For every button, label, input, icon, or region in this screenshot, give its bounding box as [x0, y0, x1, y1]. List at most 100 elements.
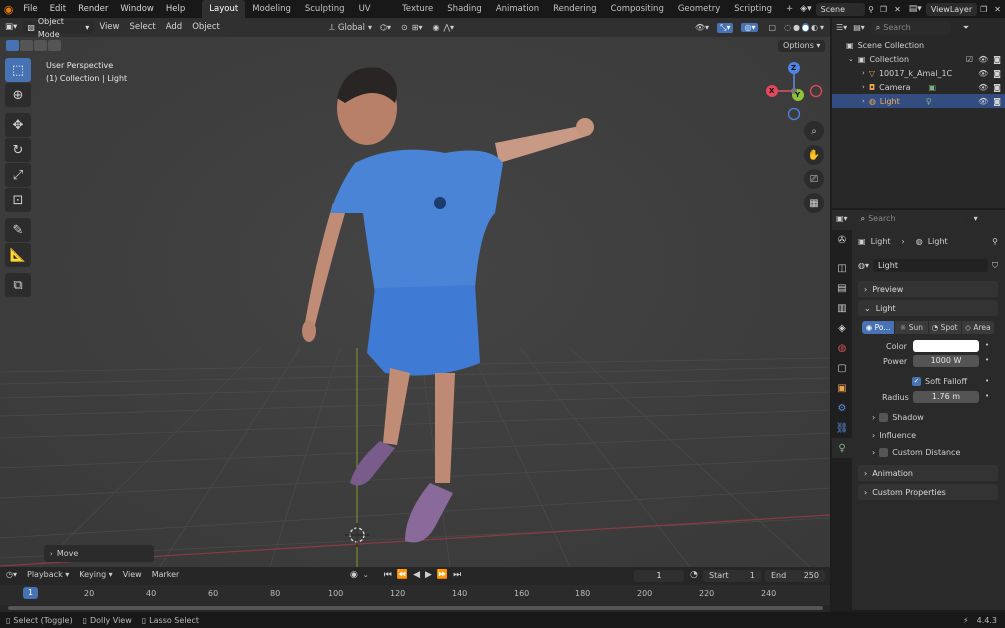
snap-target-icon[interactable]: ⊞▾	[412, 23, 423, 32]
delete-scene-icon[interactable]: ✕	[894, 5, 901, 14]
prev-keyframe-icon[interactable]: ⏪	[397, 570, 408, 580]
eye-icon[interactable]: 👁	[978, 97, 988, 106]
delete-view-layer-icon[interactable]: ✕	[994, 5, 1001, 14]
keyframe-dot-icon[interactable]: •	[985, 356, 989, 364]
rotate-tool-icon[interactable]: ↻	[5, 138, 31, 162]
chevron-right-icon[interactable]: ›	[862, 83, 865, 91]
tab-uv-editing[interactable]: UV Editing	[352, 0, 396, 32]
checkbox-checked-icon[interactable]: ✓	[912, 377, 921, 386]
light-type-spot[interactable]: ◔ Spot	[928, 321, 961, 334]
object-tab-icon[interactable]: ▣	[832, 378, 852, 398]
checkbox-icon[interactable]: ☑	[966, 55, 973, 64]
outliner-row-collection[interactable]: ⌄ ▣ Collection ☑ 👁 ◙	[832, 52, 1005, 66]
outliner-editor-icon[interactable]: ☰▾	[836, 23, 847, 32]
light-panel-header[interactable]: ⌄ Light	[858, 300, 998, 316]
3d-cursor-icon[interactable]	[345, 523, 369, 547]
overlay-toggle-icon[interactable]: ◎▾	[741, 23, 759, 32]
constraints-tab-icon[interactable]: ⛓	[832, 418, 852, 438]
chevron-right-icon[interactable]: ›	[862, 97, 865, 105]
menu-window[interactable]: Window	[114, 0, 160, 18]
collection-tab-icon[interactable]: ▢	[832, 358, 852, 378]
gizmo-toggle-icon[interactable]: ⤡▾	[717, 22, 734, 33]
play-icon[interactable]: ▶	[425, 570, 432, 580]
keyframe-dot-icon[interactable]: •	[985, 341, 989, 349]
play-reverse-icon[interactable]: ◀	[413, 570, 420, 580]
visibility-icon[interactable]: 👁▾	[695, 23, 709, 32]
render-tab-icon[interactable]: ◫	[832, 258, 852, 278]
menu-view[interactable]: View	[94, 18, 124, 37]
keyframe-dot-icon[interactable]: •	[985, 392, 989, 400]
tool-tab-icon[interactable]: ✇	[832, 230, 852, 250]
3d-viewport[interactable]: Z X Y ⌕ ✋ ⎚ ▦ User Perspective (1) Colle…	[0, 18, 830, 567]
add-workspace-button[interactable]: +	[779, 0, 800, 18]
tab-compositing[interactable]: Compositing	[604, 0, 671, 18]
tab-animation[interactable]: Animation	[489, 0, 546, 18]
camera-render-icon[interactable]: ◙	[993, 55, 1001, 64]
custom-properties-panel-header[interactable]: › Custom Properties	[858, 484, 998, 500]
cursor-tool-icon[interactable]: ⊕	[5, 83, 31, 107]
tab-modeling[interactable]: Modeling	[245, 0, 298, 18]
shadow-subpanel[interactable]: › Shadow	[872, 413, 924, 422]
jump-start-icon[interactable]: ⏮	[384, 570, 392, 580]
record-icon[interactable]: ◉	[350, 570, 358, 580]
properties-editor-icon[interactable]: ▣▾	[836, 214, 848, 223]
next-keyframe-icon[interactable]: ⏩	[437, 570, 448, 580]
tab-shading[interactable]: Shading	[440, 0, 489, 18]
camera-render-icon[interactable]: ◙	[993, 69, 1001, 78]
menu-keying[interactable]: Keying ▾	[79, 570, 112, 579]
menu-help[interactable]: Help	[160, 0, 191, 18]
shading-solid-icon[interactable]: ●	[793, 23, 800, 32]
new-view-layer-icon[interactable]: ❐	[980, 5, 987, 14]
menu-timeline-view[interactable]: View	[123, 570, 142, 579]
properties-search[interactable]: ⌕ Search	[855, 212, 966, 225]
xray-icon[interactable]: ▢	[768, 23, 776, 32]
pin-icon[interactable]: ⚲	[868, 5, 874, 14]
tab-geometry-nodes[interactable]: Geometry Nodes	[671, 0, 727, 32]
light-type-sun[interactable]: ☼ Sun	[895, 321, 928, 334]
menu-playback[interactable]: Playback ▾	[27, 570, 69, 579]
radius-field[interactable]: 1.76 m	[913, 391, 979, 403]
ortho-grid-icon[interactable]: ▦	[804, 193, 824, 213]
light-datablock-icon[interactable]: ◍▾	[858, 261, 869, 270]
new-scene-icon[interactable]: ❐	[880, 5, 887, 14]
fake-user-shield-icon[interactable]: ⛉	[992, 261, 998, 271]
pan-hand-icon[interactable]: ✋	[804, 145, 824, 165]
select-box-tool-icon[interactable]: ⬚	[5, 58, 31, 82]
menu-object[interactable]: Object	[187, 18, 225, 37]
influence-subpanel[interactable]: › Influence	[872, 431, 916, 440]
eye-icon[interactable]: 👁	[978, 55, 988, 64]
tab-scripting[interactable]: Scripting	[727, 0, 779, 18]
move-tool-icon[interactable]: ✥	[5, 113, 31, 137]
scene-field[interactable]: Scene	[815, 2, 866, 16]
view-layer-icon[interactable]: ▤▾	[909, 4, 922, 14]
keyframe-dot-icon[interactable]: •	[985, 377, 989, 385]
camera-render-icon[interactable]: ◙	[993, 83, 1001, 92]
select-extend-icon[interactable]	[20, 40, 33, 51]
shading-wireframe-icon[interactable]: ◌	[784, 23, 791, 32]
timeline-scrollbar[interactable]	[8, 606, 823, 610]
clock-icon[interactable]: ◔	[690, 570, 698, 580]
menu-add[interactable]: Add	[161, 18, 187, 37]
measure-tool-icon[interactable]: 📐	[5, 243, 31, 267]
add-cube-tool-icon[interactable]: ⧉	[5, 273, 31, 297]
outliner-search[interactable]: ⌕ Search	[870, 21, 951, 34]
power-field[interactable]: 1000 W	[913, 355, 979, 367]
scale-tool-icon[interactable]: ⤢	[5, 163, 31, 187]
editor-type-icon[interactable]: ▣▾	[0, 18, 22, 37]
view-layer-tab-icon[interactable]: ▥	[832, 298, 852, 318]
current-frame-marker[interactable]: 1	[23, 587, 38, 599]
outliner-row-light[interactable]: › ◍ Light ♀ 👁 ◙	[832, 94, 1005, 108]
shading-rendered-icon[interactable]: ◐	[811, 23, 818, 32]
end-frame-field[interactable]: End 250	[765, 570, 825, 582]
scene-tab-icon[interactable]: ◈	[832, 318, 852, 338]
scene-icon[interactable]: ◈▾	[800, 4, 811, 14]
proportional-edit-icon[interactable]: ◉	[432, 23, 439, 32]
view-layer-field[interactable]: ViewLayer	[925, 2, 978, 16]
chevron-down-icon[interactable]: ▾	[974, 214, 978, 223]
camera-render-icon[interactable]: ◙	[993, 97, 1001, 106]
zoom-icon[interactable]: ⌕	[804, 121, 824, 141]
output-tab-icon[interactable]: ▤	[832, 278, 852, 298]
select-invert-icon[interactable]	[48, 40, 61, 51]
tab-texture-paint[interactable]: Texture Paint	[395, 0, 440, 32]
transform-orientation-selector[interactable]: Global	[338, 23, 365, 33]
